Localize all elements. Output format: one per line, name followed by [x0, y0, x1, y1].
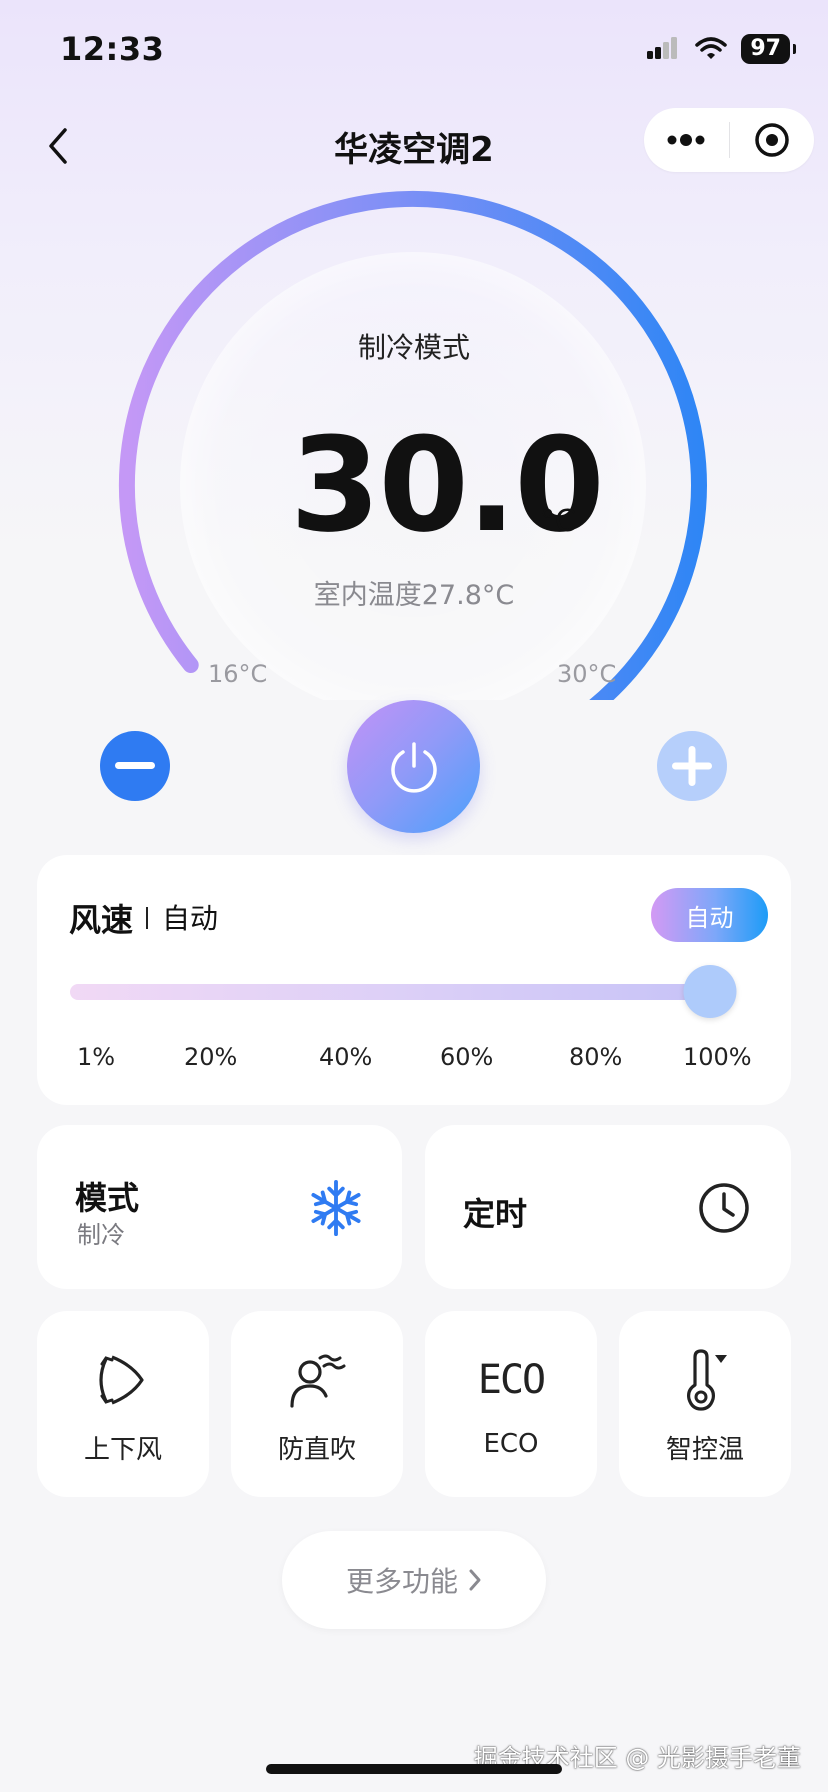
- status-time: 12:33: [60, 30, 165, 68]
- power-button[interactable]: [347, 700, 480, 833]
- fan-speed-divider: [146, 907, 148, 929]
- swing-icon: [98, 1349, 148, 1411]
- swing-updown-label: 上下风: [83, 1435, 162, 1465]
- fan-tick-20: 20%: [184, 1043, 238, 1071]
- target-icon: [755, 123, 789, 157]
- fan-speed-title: 风速: [69, 901, 134, 939]
- timer-title: 定时: [463, 1195, 528, 1233]
- eco-card[interactable]: ECO ECO: [425, 1311, 597, 1497]
- fan-speed-slider-thumb[interactable]: [683, 965, 737, 1018]
- plus-icon: [672, 746, 712, 786]
- mode-subtitle: 制冷: [77, 1221, 125, 1249]
- battery-indicator: 97: [741, 34, 796, 64]
- swing-updown-card[interactable]: 上下风: [37, 1311, 209, 1497]
- temp-range-min: 16°C: [208, 660, 268, 688]
- mode-title: 模式: [75, 1179, 140, 1217]
- fan-tick-80: 80%: [569, 1043, 623, 1071]
- back-button[interactable]: [38, 122, 78, 170]
- power-icon: [390, 741, 437, 793]
- anti-direct-blow-label: 防直吹: [277, 1435, 356, 1465]
- more-functions-label: 更多功能: [345, 1565, 458, 1598]
- fan-speed-value: 自动: [162, 902, 219, 935]
- signal-icon: [647, 37, 678, 59]
- mode-card[interactable]: 模式 制冷: [37, 1125, 402, 1289]
- more-dots-icon: [667, 134, 705, 146]
- smart-temp-label: 智控温: [665, 1435, 744, 1465]
- eco-icon: ECO: [477, 1349, 546, 1411]
- eco-label: ECO: [483, 1429, 539, 1459]
- increase-temp-button[interactable]: [657, 731, 727, 801]
- fan-tick-60: 60%: [440, 1043, 494, 1071]
- wifi-icon: [695, 37, 728, 59]
- indoor-temperature: 室内温度27.8°C: [313, 580, 515, 611]
- snowflake-icon: [311, 1179, 361, 1237]
- minus-icon: [115, 762, 155, 769]
- close-mini-program-button[interactable]: [730, 108, 815, 172]
- temp-range-max: 30°C: [557, 660, 617, 688]
- eco-icon-text: ECO: [477, 1357, 546, 1403]
- temperature-unit: °C: [540, 504, 576, 539]
- fan-tick-1: 1%: [77, 1043, 116, 1071]
- more-menu-button[interactable]: [644, 108, 729, 172]
- fan-speed-card: 风速 自动 自动 1% 20% 40% 60% 80% 100%: [37, 855, 791, 1105]
- home-indicator: [266, 1764, 562, 1774]
- timer-card[interactable]: 定时: [425, 1125, 791, 1289]
- decrease-temp-button[interactable]: [100, 731, 170, 801]
- mode-label: 制冷模式: [357, 331, 470, 364]
- fan-speed-slider-track[interactable]: [70, 984, 710, 1000]
- anti-direct-blow-icon: [288, 1349, 346, 1411]
- clock-icon: [699, 1183, 749, 1233]
- chevron-right-icon: [469, 1569, 481, 1591]
- thermometer-icon: [681, 1349, 729, 1411]
- chevron-left-icon: [49, 128, 67, 164]
- status-icons: 97: [647, 34, 796, 64]
- fan-tick-100: 100%: [683, 1043, 752, 1071]
- anti-direct-blow-card[interactable]: 防直吹: [231, 1311, 403, 1497]
- more-functions-button[interactable]: 更多功能: [282, 1531, 546, 1629]
- smart-temp-card[interactable]: 智控温: [619, 1311, 791, 1497]
- fan-auto-button[interactable]: 自动: [651, 888, 768, 942]
- mini-program-capsule: [644, 108, 814, 172]
- fan-tick-40: 40%: [319, 1043, 373, 1071]
